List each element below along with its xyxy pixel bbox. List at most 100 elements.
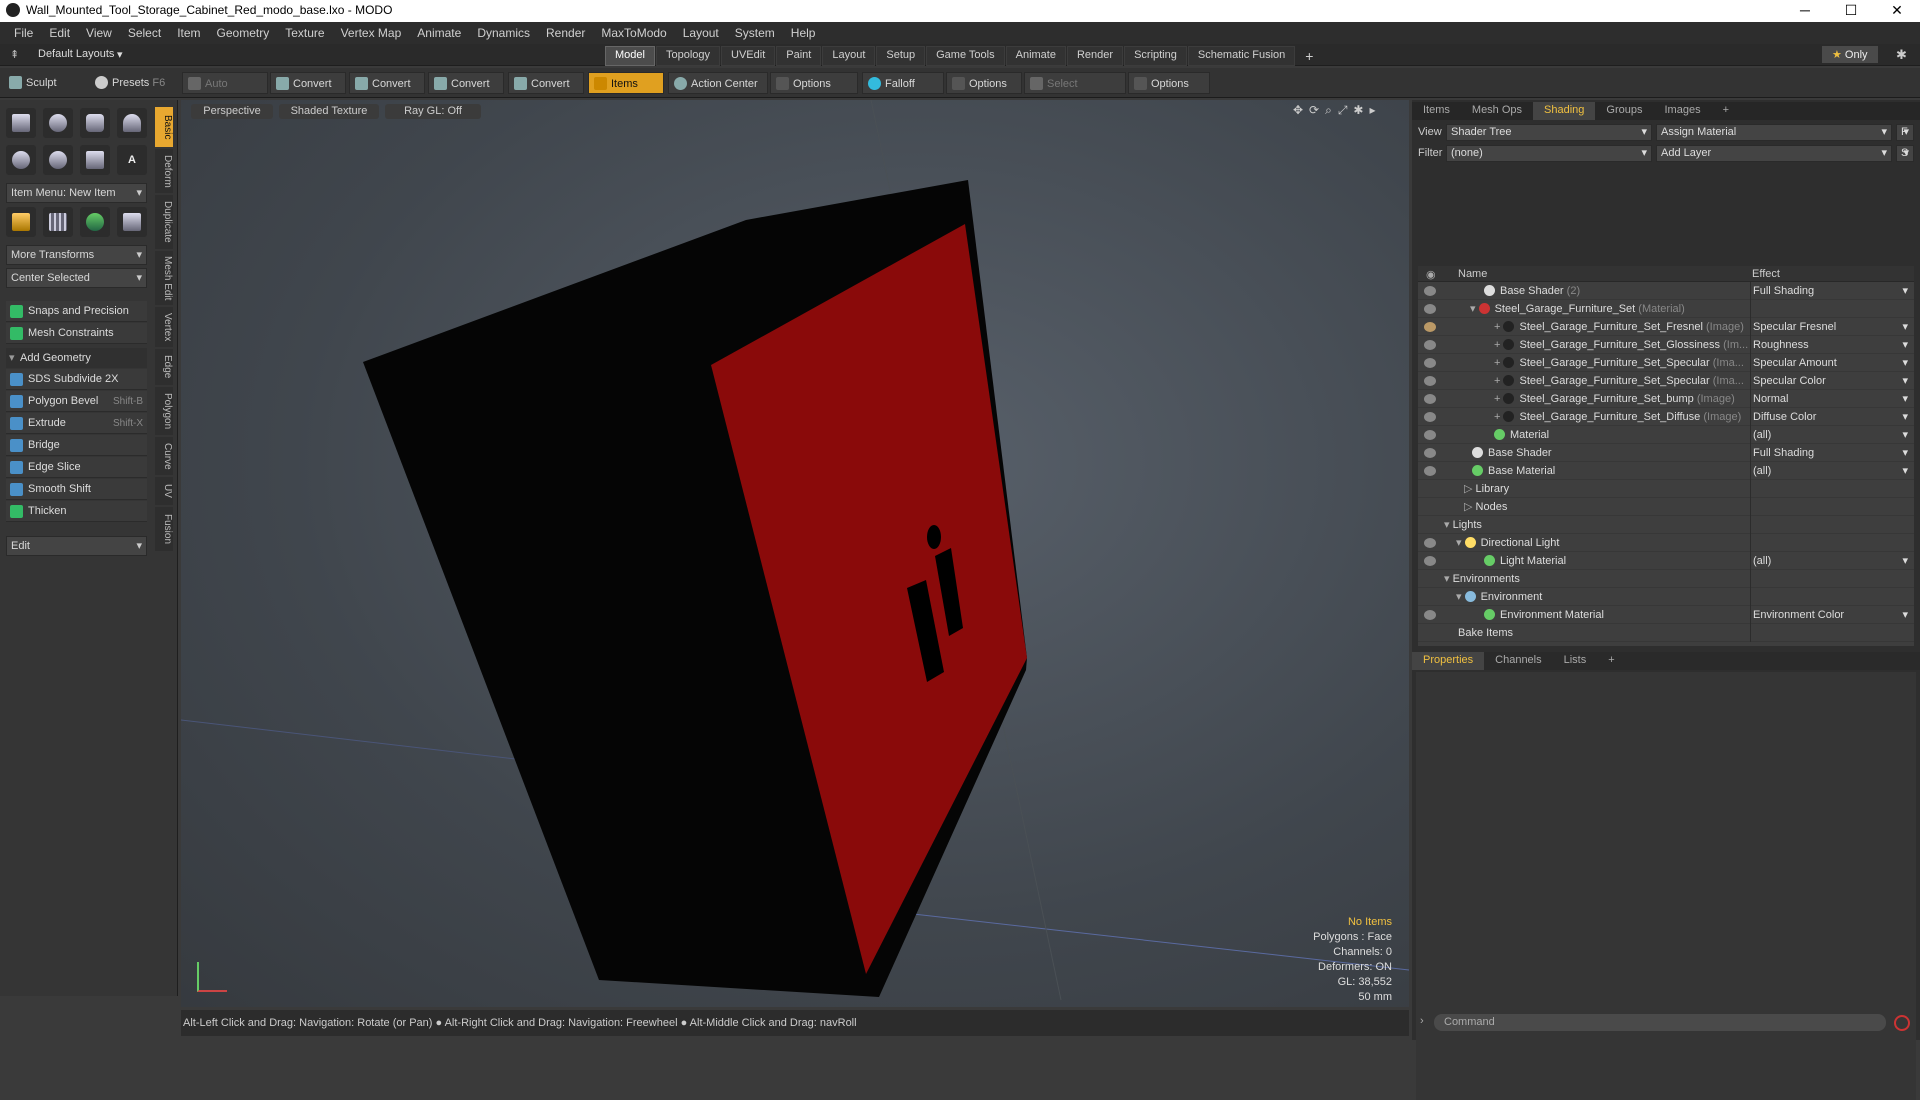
eye-icon[interactable]	[1424, 394, 1436, 404]
menu-vertex-map[interactable]: Vertex Map	[333, 26, 410, 40]
tree-row[interactable]: ▾ Lights	[1418, 516, 1914, 534]
vtab-deform[interactable]: Deform	[155, 149, 173, 193]
plus-icon[interactable]: +	[1494, 393, 1503, 405]
row-effect[interactable]: Specular Fresnel	[1750, 318, 1914, 336]
tree-row[interactable]: ▾ Environments	[1418, 570, 1914, 588]
shading-mode-button[interactable]: Shaded Texture	[279, 104, 379, 119]
only-toggle[interactable]: ★ Only	[1822, 46, 1878, 63]
tab-topology[interactable]: Topology	[655, 46, 721, 66]
sculpt-button[interactable]: Sculpt	[4, 72, 86, 94]
menu-help[interactable]: Help	[783, 26, 824, 40]
expand-arrow-icon[interactable]: ▾	[1444, 573, 1453, 585]
eye-icon[interactable]	[1424, 376, 1436, 386]
default-layouts-dropdown[interactable]: Default Layouts	[38, 48, 114, 60]
tab-render[interactable]: Render	[1066, 46, 1124, 66]
eye-icon[interactable]	[1424, 304, 1436, 314]
torus-icon[interactable]	[6, 145, 36, 175]
mesh-constraints-button[interactable]: Mesh Constraints	[6, 323, 147, 344]
tab-items[interactable]: Items	[1412, 102, 1461, 120]
menu-view[interactable]: View	[78, 26, 120, 40]
convert-vertex-button[interactable]: Convert	[270, 72, 346, 94]
row-effect[interactable]: Specular Amount	[1750, 354, 1914, 372]
select-through-button[interactable]: Select Through	[1024, 72, 1126, 112]
eye-icon[interactable]	[1424, 538, 1436, 548]
tree-row[interactable]: ▷ Library	[1418, 480, 1914, 498]
expand-arrow-icon[interactable]: ▾	[1470, 303, 1479, 315]
menu-render[interactable]: Render	[538, 26, 593, 40]
menu-select[interactable]: Select	[120, 26, 169, 40]
tree-row[interactable]: Light Material (all)	[1418, 552, 1914, 570]
minimize-button[interactable]: ─	[1782, 0, 1828, 22]
menu-dynamics[interactable]: Dynamics	[469, 26, 538, 40]
record-icon[interactable]	[1894, 1015, 1910, 1031]
center-selected-dropdown[interactable]: Center Selected	[6, 268, 147, 288]
more-transforms-dropdown[interactable]: More Transforms	[6, 245, 147, 265]
plus-icon[interactable]: +	[1494, 339, 1503, 351]
presets-button[interactable]: Presets F6	[90, 72, 172, 94]
vtab-curve[interactable]: Curve	[155, 437, 173, 475]
vtab-vertex[interactable]: Vertex	[155, 307, 173, 347]
plus-icon[interactable]: +	[1494, 321, 1503, 333]
tab-animate[interactable]: Animate	[1005, 46, 1066, 66]
row-effect[interactable]: (all)	[1750, 552, 1914, 570]
eye-icon[interactable]	[1424, 430, 1436, 440]
tool-thicken[interactable]: Thicken	[6, 501, 147, 522]
tab-channels[interactable]: Channels	[1484, 652, 1552, 670]
tree-row[interactable]: Material (all)	[1418, 426, 1914, 444]
tab-paint[interactable]: Paint	[776, 46, 822, 66]
eye-icon[interactable]	[1424, 358, 1436, 368]
expand-arrow-icon[interactable]: ▾	[1456, 537, 1465, 549]
filter-dropdown[interactable]: (none)	[1446, 145, 1652, 162]
cone-icon[interactable]	[117, 108, 147, 138]
tree-row[interactable]: Environment Material Environment Color	[1418, 606, 1914, 624]
tab-uvedit[interactable]: UVEdit	[721, 46, 776, 66]
tree-row[interactable]: ▾ Environment	[1418, 588, 1914, 606]
row-effect[interactable]: Roughness	[1750, 336, 1914, 354]
tree-row[interactable]: ▾ Steel_Garage_Furniture_Set (Material)	[1418, 300, 1914, 318]
tree-row[interactable]: + Steel_Garage_Furniture_Set_Fresnel (Im…	[1418, 318, 1914, 336]
cube-icon[interactable]	[6, 108, 36, 138]
menu-item[interactable]: Item	[169, 26, 208, 40]
grid-icon[interactable]	[43, 207, 73, 237]
name-column-header[interactable]: Name	[1458, 268, 1487, 280]
auto-select-button[interactable]: Auto Select	[182, 72, 268, 112]
convert-edge-button[interactable]: Convert	[349, 72, 425, 94]
add-tab-button[interactable]: +	[1712, 102, 1740, 120]
effect-column-header[interactable]: Effect	[1752, 268, 1780, 280]
tool-extrude[interactable]: Extrude Shift-X	[6, 413, 147, 434]
tree-row[interactable]: + Steel_Garage_Furniture_Set_Specular (I…	[1418, 372, 1914, 390]
tree-row[interactable]: Bake Items	[1418, 624, 1914, 642]
eye-icon[interactable]	[1424, 340, 1436, 350]
falloff-button[interactable]: Falloff	[862, 72, 944, 94]
tree-row[interactable]: ▷ Nodes	[1418, 498, 1914, 516]
action-center-options-button[interactable]: Options	[770, 72, 858, 94]
row-effect[interactable]: Full Shading	[1750, 282, 1914, 300]
menu-maxtomodo[interactable]: MaxToModo	[593, 26, 674, 40]
expand-arrow-icon[interactable]: ▾	[1456, 591, 1465, 603]
3d-viewport[interactable]: Perspective Shaded Texture Ray GL: Off ✥…	[181, 100, 1409, 1007]
eye-icon[interactable]	[1424, 448, 1436, 458]
eye-icon[interactable]	[1424, 610, 1436, 620]
tree-row[interactable]: Base Shader (2) Full Shading	[1418, 282, 1914, 300]
maximize-button[interactable]: ☐	[1828, 0, 1874, 22]
tree-row[interactable]: + Steel_Garage_Furniture_Set_Glossiness …	[1418, 336, 1914, 354]
command-input[interactable]: Command	[1434, 1014, 1886, 1031]
add-geometry-header[interactable]: ▾ Add Geometry	[6, 348, 147, 368]
tool-polygon-bevel[interactable]: Polygon Bevel Shift-B	[6, 391, 147, 412]
row-effect[interactable]: Full Shading	[1750, 444, 1914, 462]
snaps-precision-button[interactable]: Snaps and Precision	[6, 301, 147, 322]
row-effect[interactable]: Specular Color	[1750, 372, 1914, 390]
menu-layout[interactable]: Layout	[675, 26, 727, 40]
vtab-basic[interactable]: Basic	[155, 107, 173, 147]
add-layer-dropdown[interactable]: Add Layer	[1656, 145, 1892, 162]
expand-arrow-icon[interactable]: ▾	[1444, 519, 1453, 531]
view-perspective-button[interactable]: Perspective	[191, 104, 273, 119]
tab-schematic-fusion[interactable]: Schematic Fusion	[1187, 46, 1296, 66]
items-mode-button[interactable]: Items	[588, 72, 664, 94]
viewport-nav-icons[interactable]: ✥⟳⌕⤢✱▸	[1293, 103, 1382, 118]
row-effect[interactable]: Environment Color	[1750, 606, 1914, 624]
eye-icon[interactable]	[1424, 412, 1436, 422]
menu-edit[interactable]: Edit	[41, 26, 78, 40]
row-effect[interactable]: (all)	[1750, 462, 1914, 480]
row-effect[interactable]: (all)	[1750, 426, 1914, 444]
